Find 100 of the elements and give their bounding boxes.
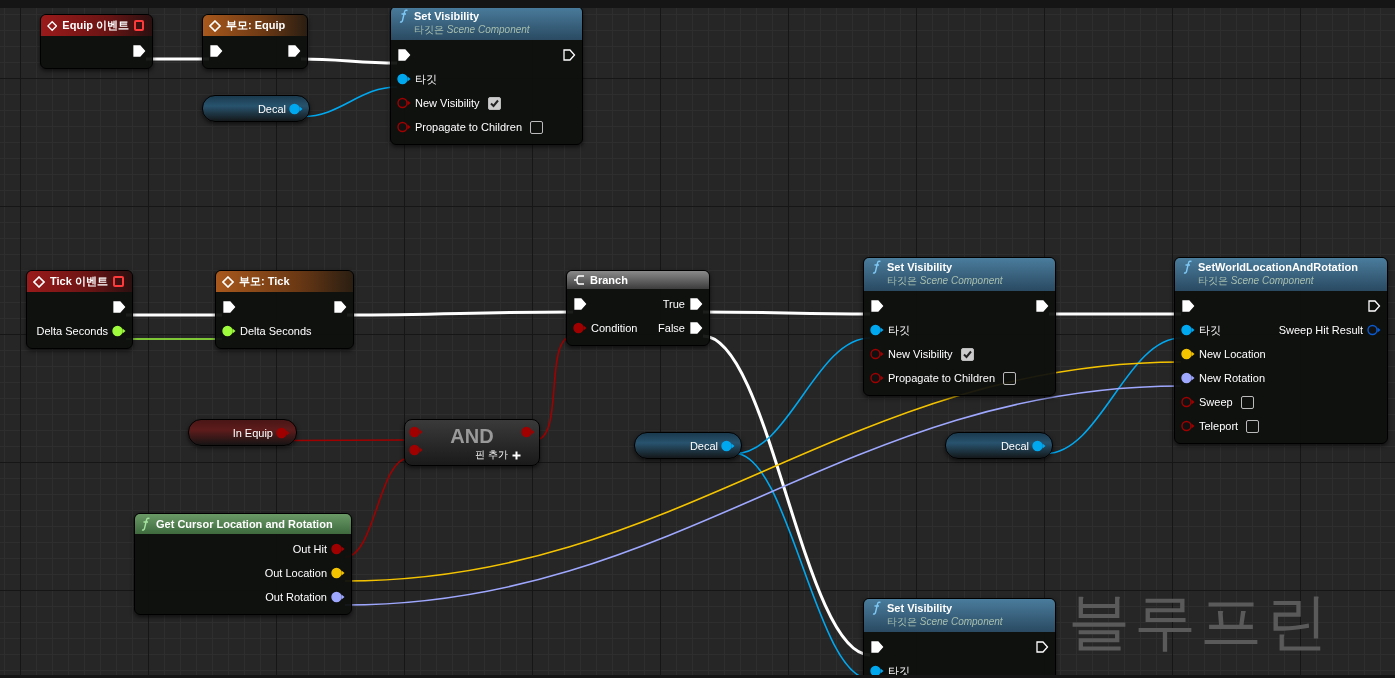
exec-pin-icon[interactable] — [222, 301, 236, 313]
pin-label: New Rotation — [1199, 372, 1266, 384]
node-title: Branch — [590, 274, 628, 286]
node-title: Set Visibility — [887, 602, 953, 614]
diamond-icon — [209, 19, 221, 32]
variable-node[interactable]: In Equip — [188, 419, 297, 446]
pin-icon[interactable] — [870, 665, 884, 675]
pin-label: 타깃 — [1199, 322, 1221, 338]
function-icon — [399, 9, 409, 23]
exec-pin-icon[interactable] — [1035, 641, 1049, 653]
pin-label: Sweep Hit Result — [1278, 324, 1363, 336]
pin-label: Delta Seconds — [240, 325, 312, 337]
exec-pin-icon[interactable] — [689, 298, 703, 310]
delegate-icon — [133, 20, 144, 31]
pin-label: 타깃 — [888, 322, 910, 338]
checkbox[interactable] — [1003, 371, 1016, 385]
pin-icon[interactable] — [331, 591, 345, 603]
checkbox[interactable] — [487, 96, 501, 110]
exec-pin-icon[interactable] — [112, 301, 126, 313]
node-title: Set Visibility — [887, 261, 953, 273]
pin-icon[interactable] — [1181, 324, 1195, 336]
function-icon — [1183, 260, 1193, 274]
node-title: Tick 이벤트 — [50, 274, 108, 289]
node-title: Equip 이벤트 — [62, 18, 129, 33]
exec-pin-icon[interactable] — [1181, 300, 1195, 312]
exec-pin-icon[interactable] — [870, 641, 884, 653]
node-card[interactable]: Tick 이벤트 Delta Seconds — [26, 270, 133, 349]
pin-label: New Visibility — [415, 97, 480, 109]
pin-label: Out Rotation — [265, 591, 327, 603]
plus-icon — [512, 450, 521, 460]
node-card[interactable]: 부모: Equip — [202, 14, 308, 69]
pin-icon[interactable] — [222, 325, 236, 337]
variable-node[interactable]: Decal — [202, 95, 310, 122]
node-title: Set Visibility — [414, 10, 480, 22]
exec-pin-icon[interactable] — [209, 45, 223, 57]
diamond-icon — [47, 19, 58, 32]
branch-icon — [573, 274, 585, 286]
function-icon — [872, 601, 882, 615]
exec-pin-icon[interactable] — [562, 49, 576, 61]
pin-label: New Visibility — [888, 348, 953, 360]
node-title: SetWorldLocationAndRotation — [1198, 261, 1358, 273]
pin-icon[interactable] — [1181, 372, 1195, 384]
exec-pin-icon[interactable] — [1035, 300, 1049, 312]
variable-name: Decal — [689, 439, 718, 452]
node-card[interactable]: Branch True Condition False — [566, 270, 710, 346]
checkbox[interactable] — [530, 120, 543, 134]
exec-pin-icon[interactable] — [1367, 300, 1381, 312]
pin-label: Delta Seconds — [36, 325, 108, 337]
node-card[interactable]: SetWorldLocationAndRotation 타깃은 Scene Component 타깃 Sweep Hit Result New Location New Rotation Sweep Teleport — [1174, 257, 1388, 444]
function-icon — [141, 517, 151, 531]
pin-label: Teleport — [1199, 420, 1239, 432]
pin-label: Propagate to Children — [415, 121, 522, 133]
operator-node[interactable]: AND 핀 추가 — [404, 419, 540, 466]
checkbox[interactable] — [1240, 395, 1254, 409]
graph-type-label: 블루프린 — [1068, 586, 1332, 658]
node-subtitle: 타깃은 Scene Component — [886, 615, 1004, 629]
node-subtitle: 타깃은 Scene Component — [1197, 274, 1315, 288]
diamond-icon — [222, 275, 234, 288]
function-icon — [872, 260, 882, 274]
exec-pin-icon[interactable] — [397, 49, 411, 61]
exec-pin-icon[interactable] — [573, 298, 587, 310]
node-card[interactable]: Equip 이벤트 — [40, 14, 153, 69]
node-title: AND — [450, 424, 494, 448]
pin-label: 타깃 — [415, 71, 437, 87]
pin-label: Sweep — [1199, 396, 1233, 408]
node-card[interactable]: Get Cursor Location and Rotation Out Hit Out Location Out Rotation — [134, 513, 352, 615]
node-subtitle: 타깃은 Scene Component — [886, 274, 1004, 288]
pin-icon[interactable] — [397, 73, 411, 85]
checkbox[interactable] — [960, 347, 974, 361]
exec-pin-icon[interactable] — [689, 322, 703, 334]
pin-icon[interactable] — [112, 325, 126, 337]
node-card[interactable]: Set Visibility 타깃은 Scene Component 타깃 New Visibility Propagate to Children — [390, 8, 583, 145]
pin-label: True — [662, 298, 685, 310]
pin-label: Out Location — [264, 567, 327, 579]
diamond-icon — [33, 275, 45, 288]
add-pin-button[interactable]: 핀 추가 — [475, 448, 521, 462]
node-title: 부모: Tick — [239, 274, 290, 289]
pin-label: Condition — [591, 322, 638, 334]
variable-name: Decal — [257, 102, 286, 115]
variable-node[interactable]: Decal — [634, 432, 742, 459]
variable-name: Decal — [1000, 439, 1029, 452]
checkbox[interactable] — [1246, 419, 1260, 433]
pin-label: Propagate to Children — [888, 372, 995, 384]
pin-icon[interactable] — [1181, 348, 1195, 360]
pin-icon[interactable] — [870, 324, 884, 336]
node-card[interactable]: 부모: Tick Delta Seconds — [215, 270, 354, 349]
pin-icon[interactable] — [331, 567, 345, 579]
variable-node[interactable]: Decal — [945, 432, 1053, 459]
delegate-icon — [113, 276, 124, 287]
variable-name: In Equip — [232, 426, 273, 439]
node-title: Get Cursor Location and Rotation — [156, 518, 333, 530]
pin-label: New Location — [1199, 348, 1266, 360]
exec-pin-icon[interactable] — [132, 45, 146, 57]
exec-pin-icon[interactable] — [333, 301, 347, 313]
node-card[interactable]: Set Visibility 타깃은 Scene Component 타깃 New Visibility Propagate to Children — [863, 257, 1056, 396]
node-title: 부모: Equip — [226, 18, 286, 33]
exec-pin-icon[interactable] — [870, 300, 884, 312]
exec-pin-icon[interactable] — [287, 45, 301, 57]
pin-label: Out Hit — [292, 543, 327, 555]
pin-label: False — [658, 322, 685, 334]
